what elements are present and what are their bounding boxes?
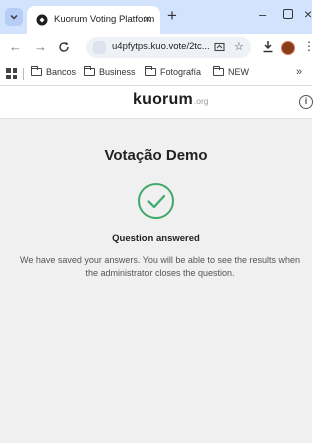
cast-icon[interactable] [214,42,225,53]
window-close-icon[interactable]: × [304,6,312,22]
site-info-icon[interactable] [93,41,106,54]
logo-suffix: .org [193,96,209,106]
bookmark-label: Business [99,67,136,77]
back-arrow-icon[interactable]: ← [9,39,22,55]
logo-text: kuorum [133,91,193,108]
folder-icon [212,66,224,76]
kuorum-logo[interactable]: kuorum .org [133,91,209,109]
folder-icon [30,66,42,76]
apps-grid-icon[interactable] [6,68,17,79]
active-tab[interactable]: Kuorum Voting Platform × [27,6,160,34]
bookmark-new[interactable]: NEW [212,66,249,77]
status-heading: Question answered [112,233,200,244]
bookmarks-overflow-icon[interactable]: » [296,66,302,78]
page-title: Votação Demo [104,147,208,164]
check-circle-icon [138,183,174,219]
folder-icon [83,66,95,76]
bookmarks-separator [23,68,24,80]
tab-close-icon[interactable]: × [144,12,151,26]
status-message: We have saved your answers. You will be … [20,255,300,278]
bookmark-label: NEW [228,67,249,77]
folder-icon [144,66,156,76]
profile-avatar[interactable] [281,41,295,55]
bookmark-business[interactable]: Business [83,66,136,77]
tab-title: Kuorum Voting Platform [54,14,155,25]
chevron-down-icon [10,15,18,20]
forward-arrow-icon[interactable]: → [34,39,47,55]
bookmark-label: Fotografía [160,67,202,77]
browser-tabstrip: Kuorum Voting Platform × + – × [0,0,312,34]
address-bar[interactable]: u4pfytps.kuo.vote/2tc... ☆ [86,37,251,58]
main-content: Votação Demo Question answered We have s… [0,119,312,443]
browser-toolbar: ← → u4pfytps.kuo.vote/2tc... ☆ ⋮ [0,34,315,62]
app-header: kuorum .org i [0,86,313,119]
maximize-icon[interactable] [283,9,293,19]
browser-menu-icon[interactable]: ⋮ [303,38,315,54]
kuorum-favicon-icon [36,14,48,26]
bookmark-bancos[interactable]: Bancos [30,66,77,77]
minimize-icon[interactable]: – [259,8,266,22]
bookmark-star-icon[interactable]: ☆ [234,40,244,54]
reload-icon[interactable] [58,41,70,53]
url-text: u4pfytps.kuo.vote/2tc... [112,41,210,52]
download-icon[interactable] [262,40,274,53]
bookmark-label: Bancos [46,67,77,77]
new-tab-icon[interactable]: + [167,7,177,25]
info-icon[interactable]: i [299,95,313,109]
bookmark-fotografia[interactable]: Fotografía [144,66,202,77]
tab-search-button[interactable] [5,8,23,26]
bookmarks-bar: Bancos Business Fotografía NEW » [0,62,312,86]
